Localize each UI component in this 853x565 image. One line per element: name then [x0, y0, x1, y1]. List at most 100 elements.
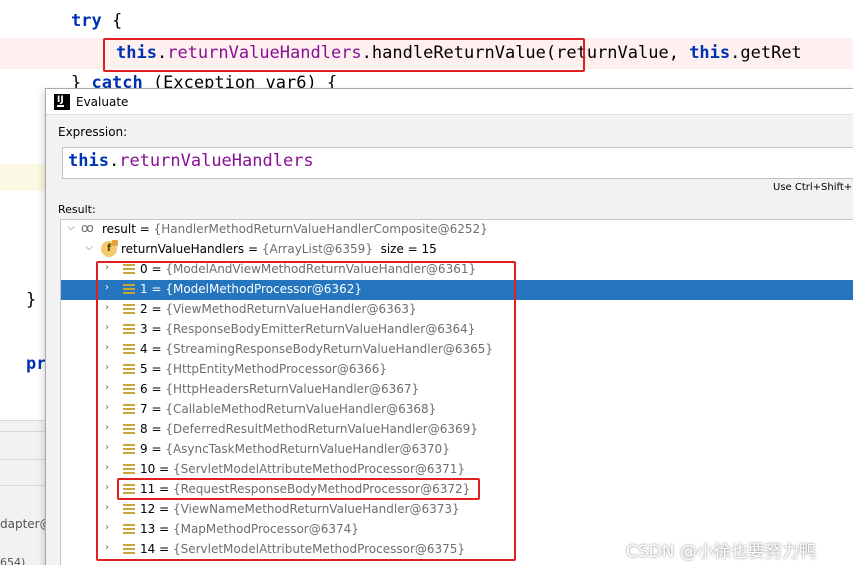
- item-index: 6: [140, 382, 148, 396]
- tree-row-item[interactable]: › 0 = {ModelAndViewMethodReturnValueHandl…: [61, 260, 853, 280]
- handlers-size: size = 15: [380, 242, 437, 256]
- chevron-right-icon[interactable]: ›: [101, 442, 113, 453]
- list-entry-icon: [123, 464, 135, 475]
- list-entry-icon: [123, 264, 135, 275]
- expression-label: Expression:: [58, 125, 128, 139]
- handlers-name: returnValueHandlers: [121, 242, 245, 256]
- tree-row-item[interactable]: › 6 = {HttpHeadersReturnValueHandler@6367…: [61, 380, 853, 400]
- item-value: {AsyncTaskMethodReturnValueHandler@6370}: [165, 442, 450, 456]
- tree-row-item[interactable]: › 12 = {ViewNameMethodReturnValueHandler@…: [61, 500, 853, 520]
- item-index: 9: [140, 442, 148, 456]
- tree-row-item[interactable]: › 7 = {CallableMethodReturnValueHandler@6…: [61, 400, 853, 420]
- watch-icon: oo: [81, 221, 94, 235]
- result-value: {HandlerMethodReturnValueHandlerComposit…: [153, 222, 488, 236]
- tree-row-item[interactable]: › 3 = {ResponseBodyEmitterReturnValueHand…: [61, 320, 853, 340]
- result-name: result: [102, 222, 136, 236]
- handlers-value: {ArrayList@6359}: [261, 242, 373, 256]
- chevron-right-icon[interactable]: ›: [101, 262, 113, 273]
- chevron-right-icon[interactable]: ›: [101, 482, 113, 493]
- panel-divider: [0, 431, 46, 432]
- code-line-close-brace: }: [26, 290, 37, 310]
- tree-row-item[interactable]: › 1 = {ModelMethodProcessor@6362}: [61, 280, 853, 300]
- code-line-try: try {: [71, 11, 123, 31]
- item-value: {DeferredResultMethodReturnValueHandler@…: [165, 422, 478, 436]
- tree-row-return-value-handlers[interactable]: ⌵ f returnValueHandlers = {ArrayList@635…: [61, 240, 853, 260]
- shortcut-hint: Use Ctrl+Shift+: [773, 182, 853, 193]
- list-entry-icon: [123, 324, 135, 335]
- watermark: CSDN @小徐也要努力鸭: [626, 542, 816, 562]
- chevron-right-icon[interactable]: ›: [101, 322, 113, 333]
- item-value: {HttpHeadersReturnValueHandler@6367}: [165, 382, 420, 396]
- list-entry-icon: [123, 404, 135, 415]
- tree-row-item[interactable]: › 9 = {AsyncTaskMethodReturnValueHandler@…: [61, 440, 853, 460]
- tree-row-result[interactable]: ⌵ oo result = {HandlerMethodReturnValueH…: [61, 220, 853, 240]
- chevron-right-icon[interactable]: ›: [101, 542, 113, 553]
- debugger-panel: dapter@ 654): [0, 420, 52, 565]
- chevron-down-icon[interactable]: ⌵: [83, 242, 95, 253]
- item-index: 10: [140, 462, 156, 476]
- item-index: 4: [140, 342, 148, 356]
- item-index: 2: [140, 302, 148, 316]
- chevron-right-icon[interactable]: ›: [101, 522, 113, 533]
- chevron-right-icon[interactable]: ›: [101, 422, 113, 433]
- item-value: {ResponseBodyEmitterReturnValueHandler@6…: [165, 322, 476, 336]
- item-index: 13: [140, 522, 156, 536]
- chevron-right-icon[interactable]: ›: [101, 502, 113, 513]
- list-entry-icon: [123, 284, 135, 295]
- chevron-right-icon[interactable]: ›: [101, 282, 113, 293]
- list-entry-icon: [123, 444, 135, 455]
- chevron-right-icon[interactable]: ›: [101, 362, 113, 373]
- result-label: Result:: [58, 203, 96, 216]
- list-entry-icon: [123, 384, 135, 395]
- list-entry-icon: [123, 524, 135, 535]
- dialog-title: Evaluate: [76, 95, 129, 109]
- panel-text-line: 654): [0, 556, 26, 565]
- chevron-right-icon[interactable]: ›: [101, 402, 113, 413]
- item-value: {MapMethodProcessor@6374}: [172, 522, 359, 536]
- list-entry-icon: [123, 544, 135, 555]
- item-value: {ServletModelAttributeMethodProcessor@63…: [172, 462, 466, 476]
- dialog-titlebar[interactable]: IJ Evaluate: [46, 89, 853, 115]
- item-index: 8: [140, 422, 148, 436]
- item-index: 7: [140, 402, 148, 416]
- item-value: {ModelAndViewMethodReturnValueHandler@63…: [165, 262, 477, 276]
- panel-divider: [0, 485, 46, 486]
- tree-row-item[interactable]: › 11 = {RequestResponseBodyMethodProcesso…: [61, 480, 853, 500]
- list-entry-icon: [123, 304, 135, 315]
- tree-row-item[interactable]: › 8 = {DeferredResultMethodReturnValueHan…: [61, 420, 853, 440]
- item-value: {ViewMethodReturnValueHandler@6363}: [165, 302, 417, 316]
- evaluate-dialog: IJ Evaluate Expression: this.returnValue…: [45, 88, 853, 565]
- item-value: {HttpEntityMethodProcessor@6366}: [165, 362, 388, 376]
- list-entry-icon: [123, 504, 135, 515]
- expression-input[interactable]: this.returnValueHandlers: [62, 147, 853, 179]
- list-entry-icon: [123, 364, 135, 375]
- item-index: 12: [140, 502, 156, 516]
- item-value: {CallableMethodReturnValueHandler@6368}: [165, 402, 437, 416]
- panel-divider: [0, 459, 46, 460]
- chevron-right-icon[interactable]: ›: [101, 302, 113, 313]
- search-highlight: [0, 164, 48, 191]
- chevron-down-icon[interactable]: ⌵: [65, 222, 77, 233]
- item-index: 3: [140, 322, 148, 336]
- item-index: 1: [140, 282, 148, 296]
- panel-text-adapter: dapter@: [0, 517, 52, 531]
- tree-row-item[interactable]: › 2 = {ViewMethodReturnValueHandler@6363}: [61, 300, 853, 320]
- chevron-right-icon[interactable]: ›: [101, 342, 113, 353]
- field-icon: f: [101, 240, 118, 257]
- code-line-fragment: pr: [26, 354, 47, 374]
- result-tree[interactable]: ⌵ oo result = {HandlerMethodReturnValueH…: [60, 219, 853, 565]
- item-value: {ServletModelAttributeMethodProcessor@63…: [172, 542, 466, 556]
- tree-row-item[interactable]: › 10 = {ServletModelAttributeMethodProces…: [61, 460, 853, 480]
- list-entry-icon: [123, 344, 135, 355]
- item-value: {RequestResponseBodyMethodProcessor@6372…: [172, 482, 471, 496]
- list-entry-icon: [123, 484, 135, 495]
- chevron-right-icon[interactable]: ›: [101, 462, 113, 473]
- tree-row-item[interactable]: › 5 = {HttpEntityMethodProcessor@6366}: [61, 360, 853, 380]
- tree-row-item[interactable]: › 4 = {StreamingResponseBodyReturnValueHa…: [61, 340, 853, 360]
- chevron-right-icon[interactable]: ›: [101, 382, 113, 393]
- list-entry-icon: [123, 424, 135, 435]
- intellij-logo-icon: IJ: [54, 94, 70, 110]
- item-value: {ModelMethodProcessor@6362}: [165, 282, 362, 296]
- item-value: {ViewNameMethodReturnValueHandler@6373}: [172, 502, 460, 516]
- item-index: 11: [140, 482, 156, 496]
